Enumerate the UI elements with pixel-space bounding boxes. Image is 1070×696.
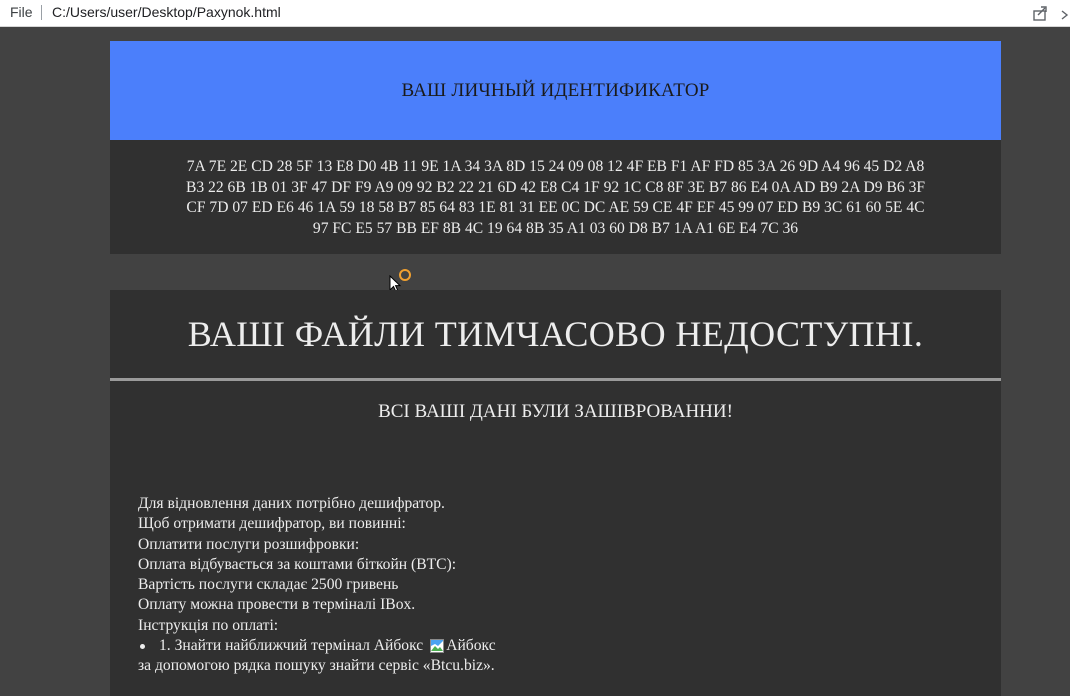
ibox-image: Айбокс: [429, 636, 496, 656]
address-separator: [41, 5, 42, 20]
title-divider: [110, 378, 1001, 381]
address-bar[interactable]: File C:/Users/user/Desktop/Paxynok.html: [0, 0, 1070, 27]
identifier-code: 7A 7E 2E CD 28 5F 13 E8 D0 4B 11 9E 1A 3…: [110, 140, 1001, 254]
instruction-line: за допомогою рядка пошуку знайти сервіс …: [138, 657, 495, 675]
instruction-line: Оплату можна провести в терміналі IBox.: [138, 596, 416, 614]
instruction-line: Інструкція по оплаті:: [138, 616, 279, 634]
identifier-line: B3 22 6B 1B 01 3F 47 DF F9 A9 09 92 B2 2…: [185, 178, 926, 196]
ransom-panel: ВАШІ ФАЙЛИ ТИМЧАСОВО НЕДОСТУПНІ. ВСІ ВАШ…: [110, 290, 1001, 696]
identifier-line: 7A 7E 2E CD 28 5F 13 E8 D0 4B 11 9E 1A 3…: [186, 158, 925, 175]
identifier-line: 97 FC E5 57 BB EF 8B 4C 19 64 8B 35 A1 0…: [312, 219, 799, 237]
file-scheme-label: File: [10, 4, 33, 20]
instruction-line: Оплата відбувається за коштами біткойн (…: [138, 555, 457, 573]
image-alt-text: Айбокс: [446, 637, 496, 655]
instruction-line: Щоб отримати дешифратор, ви повинні:: [138, 515, 406, 533]
identifier-header: ВАШ ЛИЧНЫЙ ИДЕНТИФИКАТОР: [110, 41, 1001, 140]
instruction-line: Для відновлення даних потрібно дешифрато…: [138, 495, 445, 512]
broken-image-icon: [430, 639, 445, 654]
share-icon[interactable]: [1031, 4, 1049, 22]
url-text[interactable]: C:/Users/user/Desktop/Paxynok.html: [52, 4, 281, 20]
main-subtitle: ВСІ ВАШІ ДАНІ БУЛИ ЗАШІВРОВАННИ!: [378, 401, 733, 422]
instruction-line: Вартість послуги складає 2500 гривень: [138, 576, 399, 594]
payment-instructions: Для відновлення даних потрібно дешифрато…: [138, 494, 938, 677]
main-title: ВАШІ ФАЙЛИ ТИМЧАСОВО НЕДОСТУПНІ.: [187, 314, 924, 354]
instruction-line: Оплатити послуги розшифровки:: [138, 535, 360, 553]
identifier-panel: ВАШ ЛИЧНЫЙ ИДЕНТИФИКАТОР 7A 7E 2E CD 28 …: [110, 41, 1001, 254]
bullet-text: 1. Знайти найближчий термінал Айбокс: [159, 637, 424, 655]
identifier-line: CF 7D 07 ED E6 46 1A 59 18 58 B7 85 64 8…: [186, 199, 925, 216]
bullet-dot-icon: [140, 643, 145, 649]
more-icon[interactable]: [1059, 4, 1070, 22]
instruction-bullet: 1. Знайти найближчий термінал Айбокс Айб…: [138, 636, 938, 656]
